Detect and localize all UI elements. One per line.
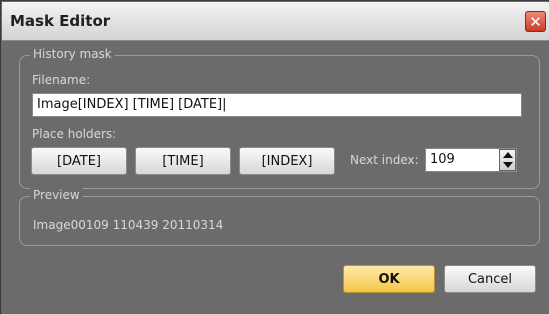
preview-legend: Preview (30, 188, 83, 202)
next-index-stepper[interactable] (499, 149, 516, 171)
cancel-button[interactable]: Cancel (444, 265, 536, 293)
chevron-down-icon[interactable] (503, 162, 513, 168)
title-bar[interactable]: Mask Editor ✕ (2, 2, 549, 41)
insert-time-button[interactable]: [TIME] (135, 147, 231, 175)
placeholders-label: Place holders: (32, 127, 117, 141)
insert-index-button[interactable]: [INDEX] (239, 147, 335, 175)
ok-button[interactable]: OK (343, 265, 435, 293)
chevron-up-icon[interactable] (503, 152, 513, 158)
close-icon[interactable]: ✕ (525, 11, 546, 32)
filename-input[interactable]: Image[INDEX] [TIME] [DATE]| (32, 93, 522, 117)
next-index-label: Next index: (350, 153, 419, 167)
window-title: Mask Editor (10, 12, 111, 30)
filename-label: Filename: (32, 73, 91, 87)
insert-date-button[interactable]: [DATE] (31, 147, 127, 175)
preview-text: Image00109 110439 20110314 (33, 218, 224, 232)
history-mask-legend: History mask (30, 47, 115, 61)
mask-editor-window: Mask Editor ✕ History mask Filename: Ima… (0, 0, 549, 314)
